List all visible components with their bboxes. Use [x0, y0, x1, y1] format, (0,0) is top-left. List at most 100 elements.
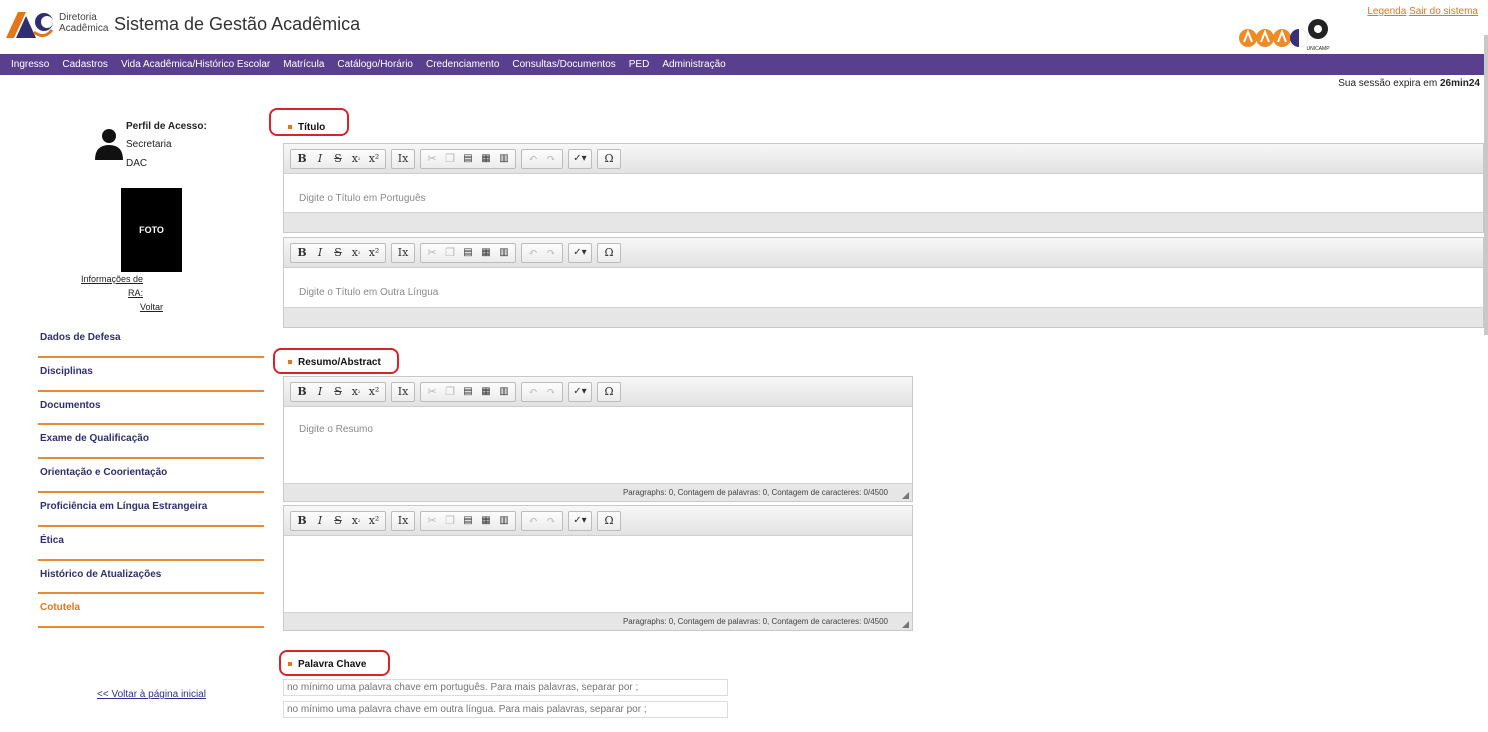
- redo-icon[interactable]: ↷: [542, 384, 560, 400]
- side-item-proficiencia[interactable]: Proficiência em Língua Estrangeira: [38, 493, 264, 527]
- paste-icon[interactable]: ▤: [459, 384, 477, 400]
- subscript-button[interactable]: x₂: [347, 384, 365, 400]
- resize-handle-icon[interactable]: [902, 492, 909, 499]
- paste-word-icon[interactable]: ▥: [495, 245, 513, 261]
- editor-abstract[interactable]: B I S x₂ x² Ix ✂ ❐ ▤ ▦ ▥ ↶ ↷ ✓▾ Ω Paragr…: [283, 505, 913, 631]
- redo-icon[interactable]: ↷: [542, 245, 560, 261]
- special-char-button[interactable]: Ω: [600, 151, 618, 167]
- legenda-link[interactable]: Legenda: [1367, 6, 1406, 17]
- superscript-button[interactable]: x²: [365, 245, 383, 261]
- back-home-link[interactable]: << Voltar à página inicial: [97, 689, 206, 700]
- copy-icon[interactable]: ❐: [441, 513, 459, 529]
- special-char-button[interactable]: Ω: [600, 513, 618, 529]
- spellcheck-icon[interactable]: ✓▾: [571, 151, 589, 167]
- superscript-button[interactable]: x²: [365, 513, 383, 529]
- info-link[interactable]: Informações de: [81, 274, 143, 284]
- cut-icon[interactable]: ✂: [423, 151, 441, 167]
- nav-ingresso[interactable]: Ingresso: [11, 59, 49, 70]
- back-link[interactable]: Voltar: [140, 302, 163, 312]
- paste-word-icon[interactable]: ▥: [495, 384, 513, 400]
- paste-text-icon[interactable]: ▦: [477, 513, 495, 529]
- keyword-outra-input[interactable]: [283, 701, 728, 718]
- side-item-cotutela[interactable]: Cotutela: [38, 594, 264, 629]
- undo-icon[interactable]: ↶: [524, 245, 542, 261]
- side-item-exame[interactable]: Exame de Qualificação: [38, 425, 264, 460]
- italic-button[interactable]: I: [311, 513, 329, 529]
- student-photo: FOTO: [121, 188, 182, 272]
- spellcheck-icon[interactable]: ✓▾: [571, 513, 589, 529]
- nav-catalogo[interactable]: Catálogo/Horário: [337, 59, 413, 70]
- side-item-dados-defesa[interactable]: Dados de Defesa: [38, 324, 264, 358]
- undo-icon[interactable]: ↶: [524, 151, 542, 167]
- cut-icon[interactable]: ✂: [423, 245, 441, 261]
- nav-vida-academica[interactable]: Vida Acadêmica/Histórico Escolar: [121, 59, 270, 70]
- remove-format-button[interactable]: Ix: [394, 245, 412, 261]
- cut-icon[interactable]: ✂: [423, 513, 441, 529]
- diretoria-label: Diretoria Acadêmica: [59, 12, 109, 34]
- nav-cadastros[interactable]: Cadastros: [62, 59, 108, 70]
- side-item-documentos[interactable]: Documentos: [38, 392, 264, 426]
- strike-button[interactable]: S: [329, 151, 347, 167]
- section-titulo: Título: [288, 122, 325, 133]
- side-item-etica[interactable]: Ética: [38, 527, 264, 561]
- editor-placeholder: Digite o Resumo: [299, 424, 373, 435]
- remove-format-button[interactable]: Ix: [394, 384, 412, 400]
- copy-icon[interactable]: ❐: [441, 384, 459, 400]
- nav-matricula[interactable]: Matrícula: [283, 59, 324, 70]
- resize-handle-icon[interactable]: [902, 621, 909, 628]
- side-item-orientacao[interactable]: Orientação e Coorientação: [38, 459, 264, 493]
- nav-administracao[interactable]: Administração: [662, 59, 725, 70]
- paste-icon[interactable]: ▤: [459, 151, 477, 167]
- special-char-button[interactable]: Ω: [600, 245, 618, 261]
- nav-credenciamento[interactable]: Credenciamento: [426, 59, 499, 70]
- paste-text-icon[interactable]: ▦: [477, 151, 495, 167]
- bold-button[interactable]: B: [293, 513, 311, 529]
- editor-titulo-pt[interactable]: B I S x₂ x² Ix ✂ ❐ ▤ ▦ ▥ ↶ ↷ ✓▾ Ω Digite…: [283, 143, 1484, 233]
- cut-icon[interactable]: ✂: [423, 384, 441, 400]
- special-char-button[interactable]: Ω: [600, 384, 618, 400]
- side-item-historico[interactable]: Histórico de Atualizações: [38, 561, 264, 595]
- italic-button[interactable]: I: [311, 151, 329, 167]
- strike-button[interactable]: S: [329, 513, 347, 529]
- redo-icon[interactable]: ↷: [542, 513, 560, 529]
- subscript-button[interactable]: x₂: [347, 151, 365, 167]
- paste-word-icon[interactable]: ▥: [495, 151, 513, 167]
- page-scrollbar[interactable]: [1484, 35, 1488, 335]
- editor-footer: [284, 307, 1483, 327]
- bold-button[interactable]: B: [293, 245, 311, 261]
- italic-button[interactable]: I: [311, 245, 329, 261]
- paste-word-icon[interactable]: ▥: [495, 513, 513, 529]
- editor-resumo[interactable]: B I S x₂ x² Ix ✂ ❐ ▤ ▦ ▥ ↶ ↷ ✓▾ Ω Digite…: [283, 376, 913, 502]
- keyword-pt-input[interactable]: [283, 679, 728, 696]
- paste-icon[interactable]: ▤: [459, 513, 477, 529]
- sair-link[interactable]: Sair do sistema: [1409, 6, 1478, 17]
- paste-icon[interactable]: ▤: [459, 245, 477, 261]
- spellcheck-icon[interactable]: ✓▾: [571, 245, 589, 261]
- nav-consultas[interactable]: Consultas/Documentos: [512, 59, 615, 70]
- bullet-icon: [288, 360, 292, 365]
- paste-text-icon[interactable]: ▦: [477, 245, 495, 261]
- remove-format-button[interactable]: Ix: [394, 151, 412, 167]
- bold-button[interactable]: B: [293, 384, 311, 400]
- paste-text-icon[interactable]: ▦: [477, 384, 495, 400]
- profile-role: Secretaria: [126, 139, 172, 150]
- redo-icon[interactable]: ↷: [542, 151, 560, 167]
- subscript-button[interactable]: x₂: [347, 245, 365, 261]
- subscript-button[interactable]: x₂: [347, 513, 365, 529]
- side-item-disciplinas[interactable]: Disciplinas: [38, 358, 264, 392]
- strike-button[interactable]: S: [329, 384, 347, 400]
- spellcheck-icon[interactable]: ✓▾: [571, 384, 589, 400]
- strike-button[interactable]: S: [329, 245, 347, 261]
- superscript-button[interactable]: x²: [365, 384, 383, 400]
- superscript-button[interactable]: x²: [365, 151, 383, 167]
- copy-icon[interactable]: ❐: [441, 245, 459, 261]
- editor-titulo-outra[interactable]: B I S x₂ x² Ix ✂ ❐ ▤ ▦ ▥ ↶ ↷ ✓▾ Ω Digite…: [283, 237, 1484, 328]
- editor-toolbar: B I S x₂ x² Ix ✂ ❐ ▤ ▦ ▥ ↶ ↷ ✓▾ Ω: [284, 144, 1483, 174]
- bold-button[interactable]: B: [293, 151, 311, 167]
- undo-icon[interactable]: ↶: [524, 384, 542, 400]
- copy-icon[interactable]: ❐: [441, 151, 459, 167]
- nav-ped[interactable]: PED: [629, 59, 650, 70]
- remove-format-button[interactable]: Ix: [394, 513, 412, 529]
- italic-button[interactable]: I: [311, 384, 329, 400]
- undo-icon[interactable]: ↶: [524, 513, 542, 529]
